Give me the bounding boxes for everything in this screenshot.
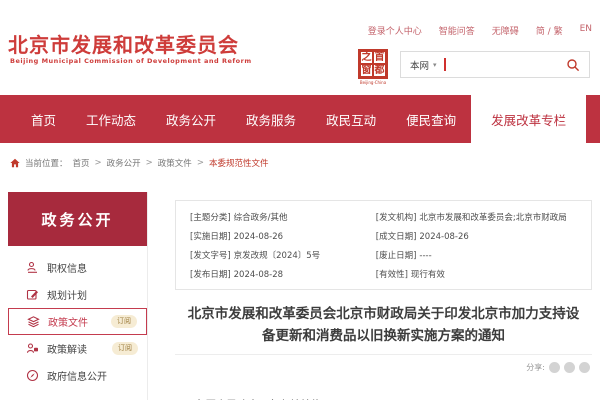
content-area: [主题分类]综合政务/其他 [发文机构]北京市发展和改革委员会;北京市财政局 [… bbox=[175, 200, 592, 400]
breadcrumb-separator: > bbox=[95, 158, 102, 168]
meta-field: [主题分类]综合政务/其他 bbox=[190, 211, 376, 223]
sidebar-list: 职权信息 规划计划 政策文件 订阅 政策解读 订阅 政府信息公开 bbox=[8, 246, 147, 400]
seal-grid-icon: 之 首 窗 都 bbox=[358, 49, 388, 79]
meta-field-value: 2024-08-26 bbox=[234, 232, 283, 242]
seal-char: 之 bbox=[360, 51, 373, 64]
main-nav: 首页 工作动态 政务公开 政务服务 政民互动 便民查询 发展改革专栏 bbox=[0, 95, 600, 143]
share-icon-1[interactable] bbox=[549, 362, 560, 373]
doc-meta-panel: [主题分类]综合政务/其他 [发文机构]北京市发展和改革委员会;北京市财政局 [… bbox=[175, 200, 592, 290]
meta-field-label: [成文日期] bbox=[376, 232, 417, 242]
seal-caption: Beijing·China bbox=[358, 80, 388, 85]
meta-field-label: [发布日期] bbox=[190, 270, 231, 280]
share-icon-3[interactable] bbox=[579, 362, 590, 373]
breadcrumb-link-policy-documents[interactable]: 政策文件 bbox=[158, 157, 192, 169]
breadcrumb-prefix: 当前位置： bbox=[25, 157, 68, 169]
seal-char: 窗 bbox=[360, 64, 373, 77]
compass-icon bbox=[26, 369, 39, 382]
meta-field: [实施日期]2024-08-26 bbox=[190, 230, 376, 242]
meta-field-value: 2024-08-28 bbox=[234, 270, 283, 280]
meta-field-value: ---- bbox=[419, 251, 431, 261]
seal-char: 首 bbox=[373, 51, 386, 64]
search-input[interactable] bbox=[446, 52, 566, 77]
sidebar-item-planning[interactable]: 规划计划 bbox=[8, 281, 147, 308]
meta-field-value: 综合政务/其他 bbox=[234, 213, 288, 223]
nav-item-convenient-query[interactable]: 便民查询 bbox=[391, 95, 471, 143]
meta-field: [成文日期]2024-08-26 bbox=[376, 230, 577, 242]
capital-window-seal-logo[interactable]: 之 首 窗 都 Beijing·China bbox=[358, 49, 388, 85]
nav-item-public-interaction[interactable]: 政民互动 bbox=[311, 95, 391, 143]
breadcrumb-link-home[interactable]: 首页 bbox=[73, 157, 90, 169]
breadcrumb-current: 本委规范性文件 bbox=[209, 157, 269, 169]
meta-field: [发布日期]2024-08-28 bbox=[190, 268, 376, 280]
plan-edit-icon bbox=[26, 288, 39, 301]
meta-field-label: [废止日期] bbox=[376, 251, 417, 261]
subscribe-badge[interactable]: 订阅 bbox=[112, 342, 138, 355]
sidebar-item-label: 政府信息公开 bbox=[47, 368, 107, 383]
sidebar-item-authority-info[interactable]: 职权信息 bbox=[8, 254, 147, 281]
sidebar-item-label: 职权信息 bbox=[47, 260, 87, 275]
top-link-english[interactable]: EN bbox=[580, 24, 592, 37]
page: 登录个人中心 智能问答 无障碍 简 / 繁 EN 北京市发展和改革委员会 Bei… bbox=[0, 0, 600, 400]
meta-field-label: [发文字号] bbox=[190, 251, 231, 261]
person-icon bbox=[26, 261, 39, 274]
meta-field-value: 2024-08-26 bbox=[419, 232, 468, 242]
nav-item-home[interactable]: 首页 bbox=[16, 95, 71, 143]
document-title: 北京市发展和改革委员会北京市财政局关于印发北京市加力支持设备更新和消费品以旧换新… bbox=[175, 303, 592, 348]
sidebar-item-label: 政策解读 bbox=[47, 341, 87, 356]
document-body-text: 各区人民政府，各有关单位： bbox=[175, 397, 592, 400]
share-icon-2[interactable] bbox=[564, 362, 575, 373]
share-label: 分享: bbox=[526, 362, 545, 373]
meta-field: [有效性]现行有效 bbox=[376, 268, 577, 280]
subscribe-badge[interactable]: 订阅 bbox=[111, 315, 137, 328]
breadcrumb-separator: > bbox=[197, 158, 204, 168]
meta-field-label: [有效性] bbox=[376, 270, 408, 280]
sidebar-item-label: 政策文件 bbox=[48, 314, 88, 329]
search-icon[interactable] bbox=[566, 58, 580, 72]
share-row: 分享: bbox=[175, 354, 592, 373]
meta-field: [发文字号]京发改规〔2024〕5号 bbox=[190, 249, 376, 261]
top-link-accessibility[interactable]: 无障碍 bbox=[492, 24, 519, 37]
home-icon[interactable] bbox=[10, 158, 20, 168]
meta-field-label: [发文机构] bbox=[376, 213, 417, 223]
nav-item-gov-affairs[interactable]: 政务公开 bbox=[151, 95, 231, 143]
site-title[interactable]: 北京市发展和改革委员会 bbox=[8, 29, 239, 58]
sidebar-item-partial[interactable] bbox=[8, 395, 147, 400]
nav-item-reform-column[interactable]: 发展改革专栏 bbox=[471, 95, 586, 143]
sidebar-item-policy-interpretation[interactable]: 政策解读 订阅 bbox=[8, 335, 147, 362]
search-bar: 本网 ▾ bbox=[400, 51, 590, 78]
sidebar-item-gov-info-disclosure[interactable]: 政府信息公开 bbox=[8, 362, 147, 389]
chevron-down-icon: ▾ bbox=[433, 61, 437, 69]
search-scope-select[interactable]: 本网 ▾ bbox=[401, 58, 444, 72]
sidebar: 政务公开 职权信息 规划计划 政策文件 订阅 政策解读 订阅 bbox=[8, 192, 148, 400]
nav-item-work-news[interactable]: 工作动态 bbox=[71, 95, 151, 143]
top-links: 登录个人中心 智能问答 无障碍 简 / 繁 EN bbox=[368, 24, 592, 37]
top-link-smart-qa[interactable]: 智能问答 bbox=[439, 24, 475, 37]
meta-field: [发文机构]北京市发展和改革委员会;北京市财政局 bbox=[376, 211, 577, 223]
layers-icon bbox=[27, 315, 40, 328]
breadcrumb-separator: > bbox=[146, 158, 153, 168]
site-subtitle: Beijing Municipal Commission of Developm… bbox=[10, 57, 252, 65]
breadcrumb: 当前位置： 首页 > 政务公开 > 政策文件 > 本委规范性文件 bbox=[0, 143, 600, 182]
meta-field-value: 现行有效 bbox=[411, 270, 445, 280]
nav-item-gov-services[interactable]: 政务服务 bbox=[231, 95, 311, 143]
meta-field-label: [主题分类] bbox=[190, 213, 231, 223]
sidebar-item-policy-documents[interactable]: 政策文件 订阅 bbox=[8, 308, 147, 335]
meta-field-label: [实施日期] bbox=[190, 232, 231, 242]
seal-char: 都 bbox=[373, 64, 386, 77]
interpret-icon bbox=[26, 342, 39, 355]
meta-field: [废止日期]---- bbox=[376, 249, 577, 261]
top-link-simplified-traditional[interactable]: 简 / 繁 bbox=[536, 24, 563, 37]
top-link-login-personal-center[interactable]: 登录个人中心 bbox=[368, 24, 422, 37]
sidebar-header: 政务公开 bbox=[8, 192, 147, 246]
sidebar-item-label: 规划计划 bbox=[47, 287, 87, 302]
meta-field-value: 京发改规〔2024〕5号 bbox=[234, 251, 321, 261]
search-scope-label: 本网 bbox=[410, 58, 429, 72]
breadcrumb-link-gov-affairs[interactable]: 政务公开 bbox=[107, 157, 141, 169]
meta-field-value: 北京市发展和改革委员会;北京市财政局 bbox=[419, 213, 566, 223]
